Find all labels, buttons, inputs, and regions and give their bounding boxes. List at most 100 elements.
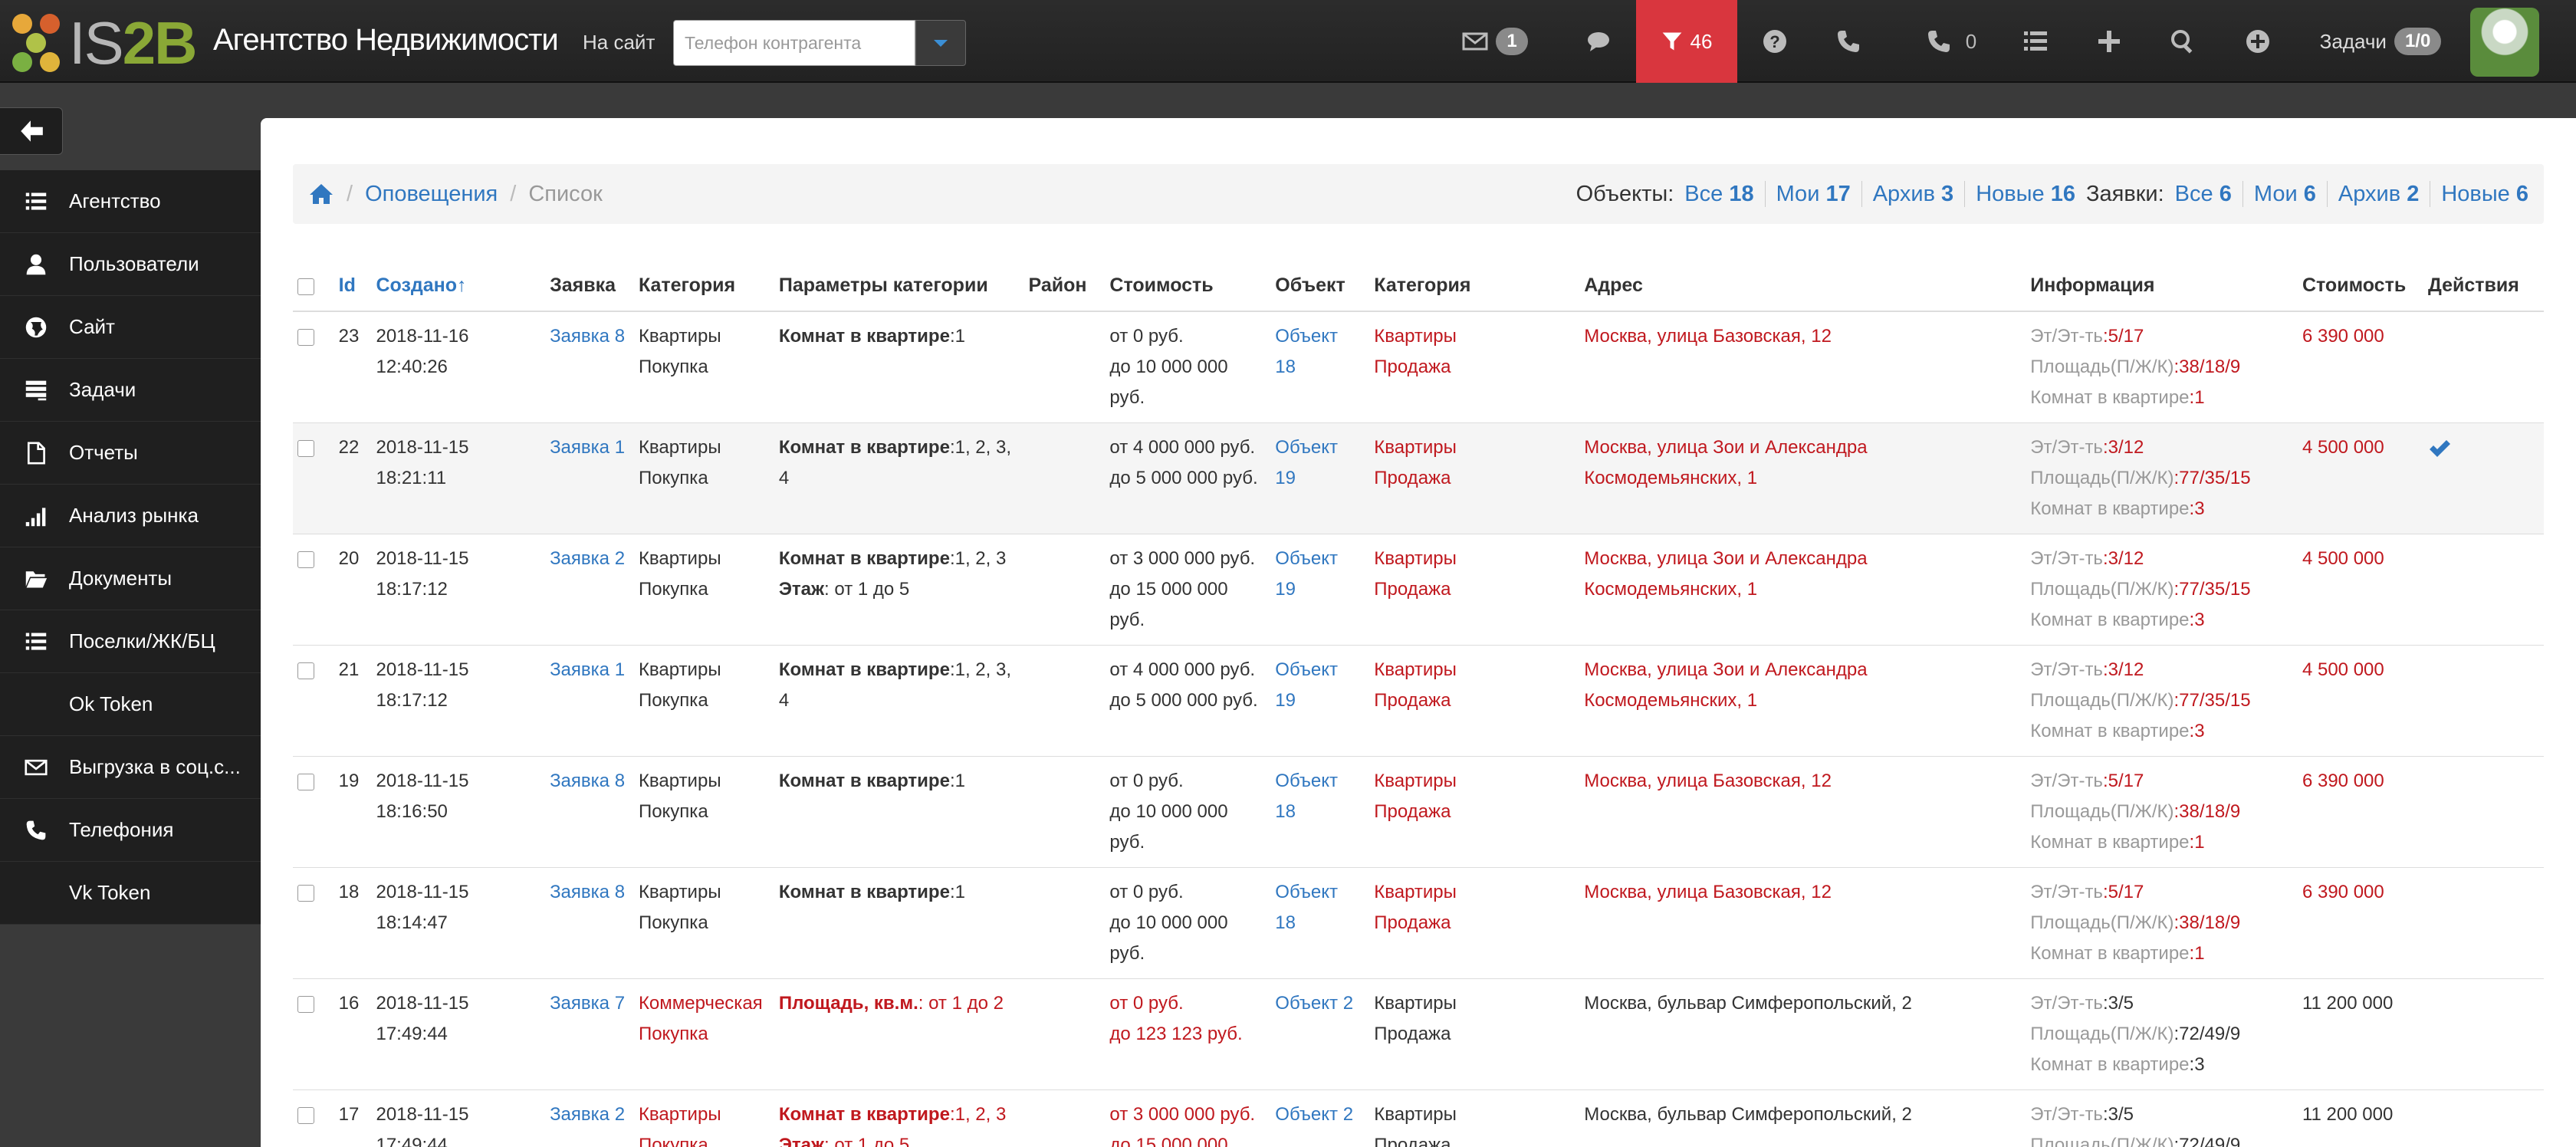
add-circle-button[interactable] — [2223, 0, 2292, 83]
sidebar-item-ok-token[interactable]: Ok Token — [0, 673, 261, 736]
row-checkbox[interactable] — [297, 440, 314, 457]
row-request-link[interactable]: Заявка 8 — [550, 882, 625, 902]
folder-icon — [25, 570, 48, 587]
sidebar-item-tasks[interactable]: Задачи — [0, 359, 261, 422]
col-created[interactable]: Создано↑ — [371, 261, 546, 312]
row-object-link[interactable]: Объект 2 — [1275, 1104, 1353, 1125]
phone-dropdown-toggle[interactable] — [915, 20, 966, 66]
sidebar-item-agency[interactable]: Агентство — [0, 170, 261, 233]
objects-all-link[interactable]: Все 18 — [1684, 182, 1753, 207]
sidebar-item-social-export[interactable]: Выгрузка в соц.с... — [0, 736, 261, 799]
phone-icon — [1927, 31, 1950, 52]
home-icon[interactable] — [308, 182, 334, 205]
sidebar-item-site[interactable]: Сайт — [0, 296, 261, 359]
chat-icon — [1588, 32, 1609, 51]
app-logo[interactable]: IS2B — [12, 9, 197, 77]
row-request-link[interactable]: Заявка 2 — [550, 548, 625, 569]
row-checkbox[interactable] — [297, 885, 314, 902]
row-object-link[interactable]: Объект 18 — [1275, 326, 1338, 377]
objects-archive-link[interactable]: Архив 3 — [1873, 182, 1953, 207]
notifications-table: Id Создано↑ Заявка Категория Параметры к… — [293, 261, 2544, 1147]
row-category: Квартиры Покупка — [633, 867, 774, 979]
filter-button[interactable]: 46 — [1636, 0, 1737, 83]
sidebar-item-vk-token[interactable]: Vk Token — [0, 862, 261, 925]
row-checkbox[interactable] — [297, 996, 314, 1013]
phone-search-input[interactable]: Телефон контрагента — [673, 20, 915, 66]
row-object-link[interactable]: Объект 19 — [1275, 659, 1338, 711]
row-request-link[interactable]: Заявка 2 — [550, 1104, 625, 1125]
col-id[interactable]: Id — [334, 261, 372, 312]
mail-count-badge: 1 — [1496, 28, 1528, 55]
user-avatar[interactable] — [2470, 8, 2539, 77]
search-button[interactable] — [2148, 0, 2217, 83]
sidebar-item-label: Пользователи — [69, 252, 199, 275]
mail-button[interactable]: 1 — [1457, 0, 1533, 83]
select-all-checkbox[interactable] — [297, 278, 314, 295]
row-object-link[interactable]: Объект 18 — [1275, 882, 1338, 933]
requests-archive-link[interactable]: Архив 2 — [2338, 182, 2419, 207]
requests-all-link[interactable]: Все 6 — [2175, 182, 2232, 207]
breadcrumb-separator: / — [347, 181, 353, 206]
site-link[interactable]: На сайт — [583, 31, 655, 54]
row-info: Эт/Эт-ть:3/5Площадь(П/Ж/К):72/49/9Комнат… — [2026, 978, 2298, 1090]
row-request-link[interactable]: Заявка 1 — [550, 659, 625, 680]
row-object-link[interactable]: Объект 19 — [1275, 548, 1338, 600]
row-info: Эт/Эт-ть:5/17 Площадь(П/Ж/К):38/18/9 Комна… — [2026, 756, 2298, 868]
row-object-cell: Объект 2 — [1270, 1089, 1370, 1147]
row-request-link[interactable]: Заявка 1 — [550, 437, 625, 458]
sidebar-item-label: Поселки/ЖК/БЦ — [69, 629, 215, 652]
sidebar-item-telephony[interactable]: Телефония — [0, 799, 261, 862]
objects-new-link[interactable]: Новые 16 — [1976, 182, 2075, 207]
question-icon: ? — [1763, 30, 1786, 53]
add-button[interactable] — [2075, 0, 2144, 83]
objects-mine-link[interactable]: Мои 17 — [1776, 182, 1851, 207]
row-object-link[interactable]: Объект 18 — [1275, 771, 1338, 822]
calls-button[interactable]: 0 — [1909, 0, 1993, 83]
check-icon[interactable] — [2428, 437, 2451, 460]
search-icon — [2171, 30, 2193, 54]
row-checkbox[interactable] — [297, 1107, 314, 1124]
logo-text: IS2B — [69, 9, 197, 77]
row-request-cell: Заявка 8 — [545, 311, 634, 423]
main-content: / Оповещения / Список Объекты: Все 18 Мо… — [261, 118, 2576, 1147]
breadcrumb-notifications-link[interactable]: Оповещения — [365, 182, 498, 207]
row-object-price: 11 200 000 — [2297, 978, 2423, 1090]
requests-new-link[interactable]: Новые 6 — [2441, 182, 2528, 207]
row-category: Квартиры Покупка — [633, 645, 774, 757]
phone-button[interactable] — [1814, 0, 1883, 83]
help-button[interactable]: ? — [1740, 0, 1809, 83]
sidebar-item-documents[interactable]: Документы — [0, 547, 261, 610]
row-object-link[interactable]: Объект 19 — [1275, 437, 1338, 488]
back-button[interactable] — [0, 107, 63, 155]
sidebar-item-market-analysis[interactable]: Анализ рынка — [0, 485, 261, 547]
row-request-link[interactable]: Заявка 8 — [550, 771, 625, 791]
row-object-link[interactable]: Объект 2 — [1275, 993, 1353, 1014]
row-checkbox[interactable] — [297, 551, 314, 568]
envelope-icon — [1462, 32, 1488, 51]
sidebar-item-reports[interactable]: Отчеты — [0, 422, 261, 485]
row-params: Комнат в квартире:1, 2, 3 Этаж: от 1 до 5 — [774, 534, 1024, 646]
row-checkbox[interactable] — [297, 662, 314, 679]
row-info: Эт/Эт-ть:3/12 Площадь(П/Ж/К):77/35/15 Комн… — [2026, 645, 2298, 757]
row-request-link[interactable]: Заявка 7 — [550, 993, 625, 1014]
sidebar-item-complexes[interactable]: Поселки/ЖК/БЦ — [0, 610, 261, 673]
list-icon — [2024, 31, 2047, 51]
tasks-button[interactable]: Задачи 1/0 — [2308, 0, 2453, 83]
signal-icon — [25, 507, 46, 526]
row-created: 2018-11-15 17:49:44 — [371, 1089, 546, 1147]
table-row: 19 2018-11-15 18:16:50 Заявка 8 Квартиры П… — [293, 756, 2544, 868]
row-request-cell: Заявка 1 — [545, 645, 634, 757]
row-checkbox[interactable] — [297, 329, 314, 346]
list-button[interactable] — [2001, 0, 2070, 83]
row-request-link[interactable]: Заявка 8 — [550, 326, 625, 347]
chat-button[interactable] — [1564, 0, 1633, 83]
row-object-category: Квартиры Продажа — [1369, 867, 1580, 979]
row-category: Коммерческая Покупка — [633, 978, 774, 1090]
requests-mine-link[interactable]: Мои 6 — [2254, 182, 2316, 207]
row-district — [1024, 867, 1106, 979]
breadcrumb-separator: / — [510, 181, 517, 206]
row-created: 2018-11-15 18:21:11 — [371, 422, 546, 534]
row-params: Комнат в квартире:1, 2, 3, 4 — [774, 645, 1024, 757]
sidebar-item-users[interactable]: Пользователи — [0, 233, 261, 296]
row-checkbox[interactable] — [297, 774, 314, 790]
